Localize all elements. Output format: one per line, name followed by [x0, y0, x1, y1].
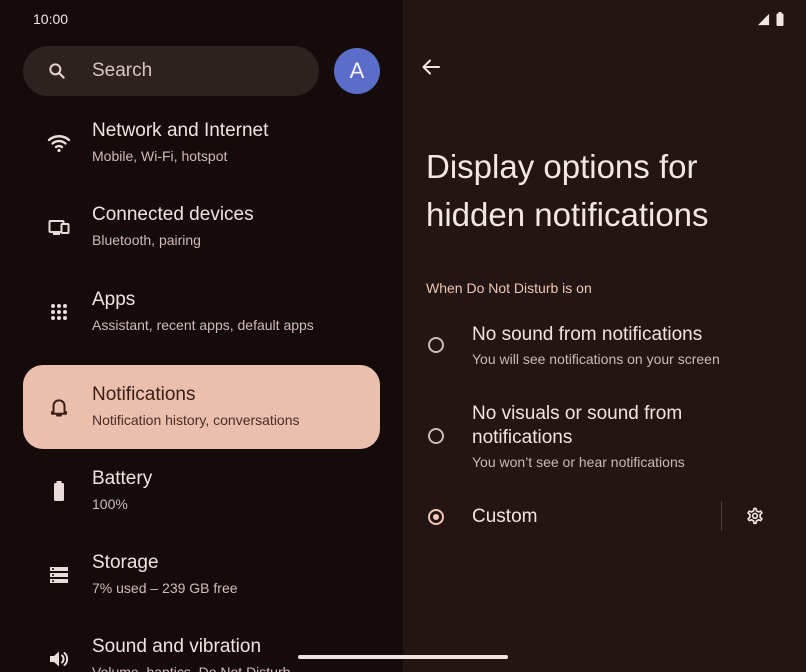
battery-icon	[54, 481, 64, 501]
settings-item-title: Apps	[92, 289, 136, 310]
settings-list-pane: 10:00 Search A Network and Internet Mobi…	[0, 0, 403, 672]
settings-item-sound[interactable]: Sound and vibration Volume, haptics, Do …	[23, 617, 380, 672]
option-title: No sound from notifications	[472, 324, 703, 345]
option-title: Custom	[472, 506, 538, 527]
wifi-icon	[47, 135, 71, 153]
settings-item-title: Network and Internet	[92, 120, 269, 141]
settings-item-subtitle: Bluetooth, pairing	[92, 232, 201, 248]
settings-item-subtitle: Volume, haptics, Do Not Disturb	[92, 664, 291, 672]
devices-icon	[48, 220, 70, 235]
settings-item-storage[interactable]: Storage 7% used – 239 GB free	[23, 533, 380, 617]
option-no-sound[interactable]: No sound from notifications You will see…	[403, 320, 806, 380]
settings-item-subtitle: Assistant, recent apps, default apps	[92, 317, 314, 333]
settings-item-battery[interactable]: Battery 100%	[23, 449, 380, 533]
storage-icon	[50, 567, 68, 583]
settings-item-title: Notifications	[92, 384, 196, 405]
battery-status-icon	[776, 12, 784, 26]
settings-item-title: Connected devices	[92, 204, 254, 225]
option-title: No visuals or sound from notifications	[472, 403, 683, 448]
status-time: 10:00	[33, 11, 69, 27]
settings-item-network[interactable]: Network and Internet Mobile, Wi-Fi, hots…	[23, 101, 380, 185]
radio-button-selected[interactable]	[428, 509, 444, 525]
search-icon	[49, 63, 65, 79]
search-bar[interactable]: Search	[23, 46, 319, 96]
option-subtitle: You will see notifications on your scree…	[472, 351, 720, 367]
settings-item-notifications[interactable]: Notifications Notification history, conv…	[23, 365, 380, 449]
page-title: Display options for hidden notifications	[426, 148, 709, 233]
account-avatar[interactable]: A	[334, 48, 380, 94]
settings-item-title: Battery	[92, 468, 153, 489]
volume-icon	[50, 651, 69, 667]
settings-item-subtitle: Mobile, Wi-Fi, hotspot	[92, 148, 228, 164]
option-no-visuals-or-sound[interactable]: No visuals or sound from notifications Y…	[403, 398, 806, 478]
bell-icon	[51, 399, 67, 417]
radio-button[interactable]	[428, 428, 444, 444]
option-subtitle: You won’t see or hear notifications	[472, 454, 685, 470]
back-arrow-icon[interactable]	[419, 55, 443, 79]
gear-icon[interactable]	[744, 505, 766, 527]
apps-grid-icon	[51, 304, 67, 320]
divider	[721, 501, 722, 531]
gesture-nav-handle[interactable]	[298, 655, 508, 659]
settings-item-subtitle: Notification history, conversations	[92, 412, 300, 428]
signal-icon	[757, 13, 770, 25]
search-label: Search	[92, 60, 153, 81]
settings-item-apps[interactable]: Apps Assistant, recent apps, default app…	[23, 270, 380, 354]
settings-item-subtitle: 100%	[92, 496, 128, 512]
settings-item-title: Sound and vibration	[92, 636, 262, 657]
settings-item-title: Storage	[92, 552, 159, 573]
settings-item-subtitle: 7% used – 239 GB free	[92, 580, 238, 596]
section-header: When Do Not Disturb is on	[426, 280, 592, 296]
settings-item-connected-devices[interactable]: Connected devices Bluetooth, pairing	[23, 185, 380, 269]
radio-button[interactable]	[428, 337, 444, 353]
status-icons	[757, 12, 784, 26]
detail-pane: Display options for hidden notifications…	[403, 0, 806, 672]
